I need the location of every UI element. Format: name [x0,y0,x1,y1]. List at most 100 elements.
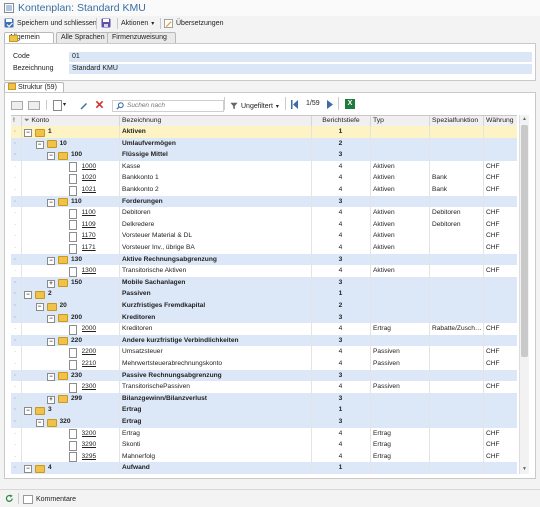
collapse-icon[interactable]: − [24,129,32,137]
account-row[interactable]: · 2300 TransitorischePassiven 4 Passiven CHF [11,381,517,393]
collapse-icon[interactable]: − [47,337,55,346]
account-code[interactable]: 1171 [82,242,96,254]
chevron-down-icon[interactable]: ▾ [63,101,66,108]
column-header-spezialfunktion[interactable]: Spezialfunktion [429,116,483,126]
account-code[interactable]: 1021 [82,184,97,196]
special-function [432,312,484,324]
collapse-icon[interactable]: − [35,140,44,149]
collapse-icon[interactable]: − [47,198,55,207]
column-header-flag[interactable]: ! [11,116,21,126]
account-row[interactable]: · 1020 Bankkonto 1 4 Aktiven Bank CHF [11,172,517,184]
column-header-waehrung[interactable]: Währung [483,116,517,126]
expand-icon[interactable]: + [47,395,55,404]
column-header-bezeichnung[interactable]: Bezeichnung [119,116,311,126]
delete-icon[interactable] [95,100,104,109]
account-row[interactable]: · 2200 Umsatzsteuer 4 Passiven CHF [11,346,517,358]
collapse-icon[interactable]: − [47,256,55,265]
account-group-row[interactable]: · − 2 Passiven 1 [11,288,517,300]
scrollbar-thumb[interactable] [521,125,528,357]
row-indicator: · [14,336,17,344]
search-box[interactable] [112,100,224,112]
collapse-icon[interactable]: − [24,465,32,474]
account-row[interactable]: · 1170 Vorsteuer Material & DL 4 Aktiven CHF [11,230,517,242]
account-group-row[interactable]: · − 10 Umlaufvermögen 2 [11,137,517,150]
account-row[interactable]: · 3200 Ertrag 4 Ertrag CHF [11,427,517,440]
collapse-icon[interactable]: − [47,152,55,161]
currency: CHF [486,383,500,391]
refresh-icon[interactable] [5,494,14,503]
account-code[interactable]: 3295 [82,451,97,463]
account-code[interactable]: 1300 [82,265,97,277]
translations-button[interactable]: Übersetzungen [164,17,223,29]
comments-button[interactable]: Kommentare [23,493,76,505]
first-page-button[interactable] [291,100,298,109]
account-group-row[interactable]: · − 100 Flüssige Mittel 3 [11,149,517,161]
grid-line [21,160,22,173]
column-header-berichtstiefe[interactable]: Berichtstiefe [311,116,370,126]
account-group-row[interactable]: · − 1 Aktiven 1 [11,126,517,138]
account-code[interactable]: 1020 [82,172,97,184]
account-group-row[interactable]: · − 4 Aufwand 1 [11,462,517,474]
account-group-row[interactable]: · − 320 Ertrag 3 [11,416,517,428]
tab-firmenzuweisung[interactable]: Firmenzuweisung [107,32,176,43]
expand-icon[interactable]: + [47,279,55,288]
account-code[interactable]: 1109 [82,219,96,231]
excel-export-icon[interactable]: X [345,99,355,109]
save-close-button[interactable]: Speichern und schliessen [4,17,97,29]
edit-pencil-icon[interactable] [79,100,89,110]
account-group-row[interactable]: · − 220 Andere kurzfristige Verbindlichkeit… [11,334,517,347]
account-code[interactable]: 2000 [82,323,97,335]
account-code[interactable]: 1000 [82,161,97,173]
account-row[interactable]: · 1171 Vorsteuer Inv., übrige BA 4 Aktiven CH… [11,242,517,254]
account-code[interactable]: 1100 [82,207,96,219]
account-code[interactable]: 3200 [82,428,97,440]
account-group-row[interactable]: · − 200 Kreditoren 3 [11,311,517,324]
account-row[interactable]: · 1109 Delkredere 4 Aktiven Debitoren CHF [11,218,517,231]
search-input[interactable] [127,101,215,110]
column-header-typ[interactable]: Typ [370,116,429,126]
row-indicator: · [14,151,17,159]
account-row[interactable]: · 1300 Transitorische Aktiven 4 Aktiven CHF [11,265,517,277]
scroll-up-icon[interactable]: ▲ [522,116,527,122]
account-row[interactable]: · 1021 Bankkonto 2 4 Aktiven Bank CHF [11,184,517,196]
collapse-all-icon[interactable] [11,101,23,110]
collapse-icon[interactable]: − [47,372,55,381]
account-group-row[interactable]: · +150 Mobile Sachanlagen 3 [11,276,517,289]
account-code[interactable]: 2300 [82,381,97,393]
account-row[interactable]: · 3290 Skonti 4 Ertrag CHF [11,439,517,451]
collapse-icon[interactable]: − [24,407,32,416]
name-field[interactable]: Standard KMU [69,64,532,74]
grid-line [21,392,22,405]
scroll-down-icon[interactable]: ▼ [522,466,527,472]
account-group-row[interactable]: · − 3 Ertrag 1 [11,404,517,416]
account-row[interactable]: · 1100 Debitoren 4 Aktiven Debitoren CHF [11,207,517,219]
account-code[interactable]: 1170 [82,230,96,242]
account-group-row[interactable]: · − 110 Forderungen 3 [11,195,517,208]
collapse-icon[interactable]: − [24,291,32,300]
account-group-row[interactable]: · − 230 Passive Rechnungsabgrenzung 3 [11,369,517,382]
account-group-row[interactable]: · − 130 Aktive Rechnungsabgrenzung 3 [11,253,517,266]
account-code[interactable]: 2210 [82,358,97,370]
filter-dropdown[interactable]: Ungefiltert ▾ [230,100,279,112]
account-group-row[interactable]: · +299 Bilanzgewinn/Bilanzverlust 3 [11,392,517,405]
account-row[interactable]: · 1000 Kasse 4 Aktiven CHF [11,160,517,173]
account-group-row[interactable]: · − 20 Kurzfristiges Fremdkapital 2 [11,300,517,312]
account-row[interactable]: · 2000 Kreditoren 4 Ertrag Rabatte/Zusch… CHF [11,323,517,335]
vertical-scrollbar[interactable]: ▲ ▼ [519,115,529,474]
account-code[interactable]: 3290 [82,439,97,451]
account-row[interactable]: · 3295 Mahnerfolg 4 Ertrag CHF [11,450,517,463]
expand-all-icon[interactable] [28,101,40,110]
column-header-konto[interactable]: ⏷ Konto [21,116,119,126]
collapse-icon[interactable]: − [35,303,44,311]
tab-alle-sprachen[interactable]: Alle Sprachen [56,32,109,43]
comments-label: Kommentare [36,495,77,503]
actions-menu-button[interactable]: Aktionen ▾ [121,17,154,29]
collapse-icon[interactable]: − [35,419,44,427]
code-field[interactable]: 01 [69,52,532,62]
account-row[interactable]: · 2210 Mehrwertsteuerabrechnungskonto 4 Pass… [11,358,517,370]
account-code[interactable]: 2200 [82,346,97,358]
save-button[interactable] [101,17,111,29]
collapse-icon[interactable]: − [47,314,55,323]
next-page-button[interactable] [327,100,333,109]
new-document-icon[interactable] [53,100,62,111]
